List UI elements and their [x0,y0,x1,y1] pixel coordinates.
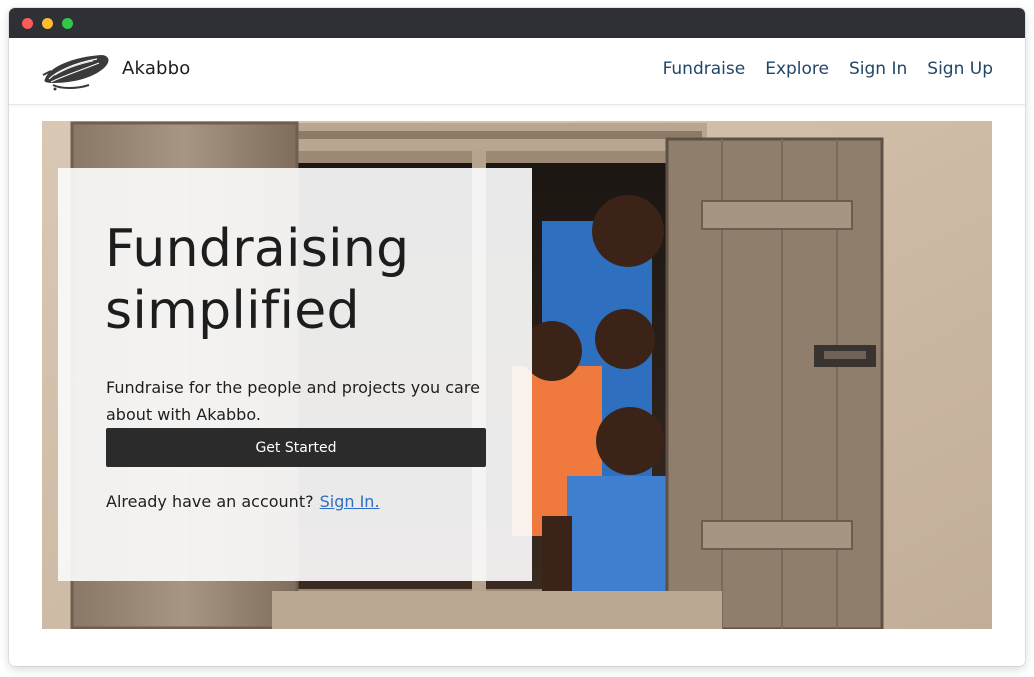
nav-fundraise[interactable]: Fundraise [663,59,746,79]
signin-link[interactable]: Sign In. [320,492,380,511]
bird-sketch-icon[interactable] [39,49,113,93]
nav-explore[interactable]: Explore [765,59,829,79]
site-header: Akabbo Fundraise Explore Sign In Sign Up [9,38,1025,105]
signin-prompt: Already have an account? Sign In. [106,492,380,511]
hero-subtitle: Fundraise for the people and projects yo… [106,378,480,424]
get-started-button[interactable]: Get Started [106,428,486,467]
hero-title-line-1: Fundraising [105,219,410,279]
minimize-window-button[interactable] [42,18,53,29]
hero-title: Fundraising simplified [105,218,505,342]
hero-section: Fundraising simplified Fundraise for the… [42,121,992,629]
main-nav: Fundraise Explore Sign In Sign Up [663,59,993,79]
hero-title-line-2: simplified [105,281,360,341]
nav-sign-in[interactable]: Sign In [849,59,907,79]
close-window-button[interactable] [22,18,33,29]
account-prompt-text: Already have an account? [106,492,314,511]
window-titlebar [9,8,1025,38]
browser-window: Akabbo Fundraise Explore Sign In Sign Up [9,8,1025,666]
brand-name[interactable]: Akabbo [122,58,191,79]
nav-sign-up[interactable]: Sign Up [927,59,993,79]
maximize-window-button[interactable] [62,18,73,29]
hero-card: Fundraising simplified Fundraise for the… [58,168,532,581]
